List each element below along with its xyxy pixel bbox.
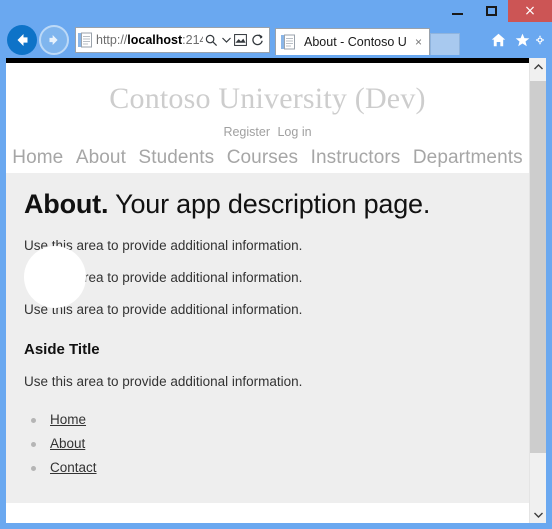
search-icon[interactable] xyxy=(203,30,220,50)
active-nav-indicator xyxy=(24,246,86,308)
page-title-rest: Your app description page. xyxy=(115,189,431,219)
tab-document-icon xyxy=(281,34,295,50)
list-item: About xyxy=(24,435,511,453)
chevron-down-icon xyxy=(533,512,543,518)
nav-item-home[interactable]: Home xyxy=(12,147,63,168)
window-controls: × xyxy=(440,0,552,22)
chevron-down-icon[interactable] xyxy=(220,30,232,50)
aside-paragraph: Use this area to provide additional info… xyxy=(24,374,303,389)
site-header: Contoso University (Dev) Register Log in… xyxy=(6,63,529,173)
back-button[interactable] xyxy=(7,25,37,55)
body-paragraph: Use this area to provide additional info… xyxy=(24,238,303,253)
scroll-up-button[interactable] xyxy=(530,58,546,75)
browser-viewport: Contoso University (Dev) Register Log in… xyxy=(6,58,546,523)
title-bar: × xyxy=(0,0,552,22)
footer-link-home[interactable]: Home xyxy=(50,412,86,427)
scroll-down-button[interactable] xyxy=(530,506,546,523)
nav-item-departments[interactable]: Departments xyxy=(413,147,523,168)
favorites-icon[interactable] xyxy=(511,28,533,52)
browser-tab[interactable]: About - Contoso Univ... × xyxy=(275,28,430,55)
url-host: localhost xyxy=(127,33,183,47)
minimize-button[interactable] xyxy=(440,0,474,22)
list-item: Contact xyxy=(24,459,511,477)
browser-window: × http://localhost:21 About - Contoso U … xyxy=(0,0,552,529)
tab-title: About - Contoso Univ... xyxy=(304,35,407,49)
vertical-scrollbar[interactable] xyxy=(529,58,546,523)
minimize-icon xyxy=(451,13,463,15)
url-scheme: http:// xyxy=(96,33,128,47)
aside-title: Aside Title xyxy=(24,341,100,358)
home-icon[interactable] xyxy=(487,28,509,52)
forward-arrow-icon xyxy=(49,35,58,45)
page-content: About. Your app description page. Use th… xyxy=(6,173,529,503)
body-paragraph: Use this area to provide additional info… xyxy=(24,302,303,317)
chevron-up-icon xyxy=(533,63,543,69)
footer-link-contact[interactable]: Contact xyxy=(50,460,97,475)
site-brand: Contoso University (Dev) xyxy=(109,82,426,115)
maximize-button[interactable] xyxy=(474,0,508,22)
forward-button[interactable] xyxy=(39,25,69,55)
tools-icon[interactable] xyxy=(535,28,545,52)
nav-item-courses[interactable]: Courses xyxy=(227,147,298,168)
main-navigation: Home About Students Courses Instructors … xyxy=(6,147,529,173)
new-tab-button[interactable] xyxy=(430,33,460,55)
body-paragraph: Use this area to provide additional info… xyxy=(24,270,303,285)
nav-item-students[interactable]: Students xyxy=(138,147,214,168)
url-port: :214 xyxy=(182,33,203,47)
maximize-icon xyxy=(485,6,497,16)
address-text: http://localhost:214 xyxy=(96,33,203,47)
scrollbar-track[interactable] xyxy=(530,75,546,506)
compatibility-view-icon[interactable] xyxy=(232,30,249,50)
list-item: Home xyxy=(24,411,511,429)
scrollbar-thumb[interactable] xyxy=(530,81,546,453)
tab-close-icon[interactable]: × xyxy=(412,35,425,49)
back-arrow-icon xyxy=(17,34,28,46)
register-link[interactable]: Register xyxy=(223,125,270,139)
footer-link-about[interactable]: About xyxy=(50,436,85,451)
nav-item-instructors[interactable]: Instructors xyxy=(311,147,401,168)
page-document-icon xyxy=(78,32,92,48)
page-title-bold: About. xyxy=(24,189,109,219)
browser-toolbar: http://localhost:214 xyxy=(0,22,552,58)
footer-link-list: Home About Contact xyxy=(24,411,511,477)
close-button[interactable]: × xyxy=(508,0,552,22)
nav-item-about[interactable]: About xyxy=(76,147,126,168)
toolbar-buttons xyxy=(487,28,546,52)
close-icon: × xyxy=(524,3,536,19)
address-bar[interactable]: http://localhost:214 xyxy=(75,27,270,53)
page-title: About. Your app description page. xyxy=(24,189,511,220)
tab-strip: About - Contoso Univ... × xyxy=(275,25,460,55)
refresh-icon[interactable] xyxy=(249,30,266,50)
web-page: Contoso University (Dev) Register Log in… xyxy=(6,58,529,523)
auth-links: Register Log in xyxy=(6,125,529,139)
login-link[interactable]: Log in xyxy=(277,125,311,139)
